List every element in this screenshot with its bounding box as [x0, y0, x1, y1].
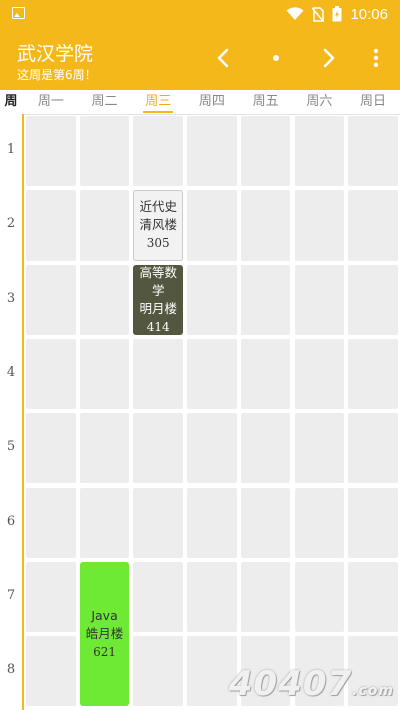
timetable-cell[interactable]: [348, 116, 398, 187]
chevron-left-icon: [217, 48, 229, 68]
next-week-button[interactable]: [315, 44, 343, 72]
watermark-logo: 40407.com: [228, 664, 394, 704]
timetable-cell[interactable]: [26, 413, 76, 484]
timetable-cell[interactable]: [79, 116, 130, 187]
course-name: 高等数学: [139, 264, 177, 298]
more-vert-icon: [373, 48, 379, 68]
timetable-cell[interactable]: [348, 264, 398, 335]
timetable-cell[interactable]: [79, 264, 130, 335]
period-number: 5: [6, 439, 16, 455]
timetable-cell[interactable]: [294, 116, 345, 187]
course-card[interactable]: 近代史清风楼 305: [133, 190, 184, 261]
status-bar: 10:06: [0, 0, 400, 28]
timetable-cell[interactable]: [240, 338, 291, 410]
timetable-cell[interactable]: [348, 561, 398, 633]
period-number: 8: [6, 662, 16, 678]
timetable-cell[interactable]: [133, 338, 184, 410]
period-number: 4: [6, 365, 16, 381]
prev-week-button[interactable]: [209, 44, 237, 72]
timetable-cell[interactable]: [348, 190, 398, 261]
timetable-cell[interactable]: [26, 338, 76, 410]
course-building: 明月楼: [139, 300, 177, 316]
timetable-cell[interactable]: [240, 116, 291, 187]
no-sim-icon: [312, 6, 325, 22]
period-number: 6: [6, 513, 16, 529]
timetable-cell[interactable]: [348, 413, 398, 484]
course-card[interactable]: 高等数学明月楼 414: [133, 264, 184, 335]
timetable-cell[interactable]: [240, 561, 291, 633]
timetable-cell[interactable]: [26, 636, 76, 707]
period-number: 3: [6, 290, 16, 306]
timetable-cell[interactable]: [187, 190, 237, 261]
course-building: 清风楼: [139, 217, 177, 233]
timetable-cell[interactable]: [133, 487, 184, 558]
week-header: 周 周一 周二 周三 周四 周五 周六 周日: [0, 90, 400, 115]
timetable-cell[interactable]: [187, 561, 237, 633]
image-icon: [12, 7, 25, 19]
active-day-indicator: [143, 111, 174, 113]
timetable-cell[interactable]: [26, 116, 76, 187]
timetable-cell[interactable]: [133, 561, 184, 633]
status-icons: 10:06: [286, 4, 388, 24]
timetable-cell[interactable]: [294, 190, 345, 261]
timetable-cell[interactable]: [240, 190, 291, 261]
timetable-cell[interactable]: [187, 413, 237, 484]
wifi-icon: [286, 7, 304, 20]
period-number: 2: [6, 216, 16, 232]
timetable-cell[interactable]: [294, 413, 345, 484]
page-title: 武汉学院: [17, 43, 94, 65]
current-week-button[interactable]: [262, 44, 290, 72]
week-day-2[interactable]: 周二: [78, 90, 132, 114]
timetable-cell[interactable]: [79, 338, 130, 410]
timetable-cell[interactable]: [240, 487, 291, 558]
timetable-cell[interactable]: [240, 413, 291, 484]
timetable-cell[interactable]: [348, 487, 398, 558]
status-time: 10:06: [350, 5, 388, 23]
timetable-cell[interactable]: [79, 190, 130, 261]
period-number: 7: [6, 587, 16, 603]
timetable-cell[interactable]: [187, 264, 237, 335]
course-building: 皓月楼: [85, 626, 124, 642]
week-day-7[interactable]: 周日: [346, 90, 400, 114]
course-room-number: 305: [146, 236, 170, 251]
course-room-number: 414: [146, 319, 170, 334]
timetable-cell[interactable]: [26, 561, 76, 633]
timetable-cell[interactable]: [294, 487, 345, 558]
timetable-cell[interactable]: [348, 338, 398, 410]
week-day-1[interactable]: 周一: [24, 90, 78, 114]
period-number: 1: [6, 142, 16, 158]
timetable-cell[interactable]: [187, 487, 237, 558]
current-week-label: 这周是第6周！: [17, 68, 97, 82]
dot-icon: [273, 55, 279, 61]
timetable-cell[interactable]: [294, 561, 345, 633]
timetable-cell[interactable]: [26, 487, 76, 558]
timetable-cell[interactable]: [240, 264, 291, 335]
week-day-4[interactable]: 周四: [185, 90, 239, 114]
timetable-cell[interactable]: [133, 413, 184, 484]
timetable-cell[interactable]: [26, 264, 76, 335]
week-corner-label: 周: [4, 94, 18, 109]
timetable-cell[interactable]: [26, 190, 76, 261]
course-name: Java: [91, 608, 118, 624]
course-name: 近代史: [139, 199, 177, 215]
timetable-cell[interactable]: [79, 487, 130, 558]
timetable-cell[interactable]: [133, 636, 184, 707]
week-day-5[interactable]: 周五: [239, 90, 293, 114]
app-bar: 武汉学院 这周是第6周！: [0, 28, 400, 90]
timetable-cell[interactable]: [79, 413, 130, 484]
week-day-6[interactable]: 周六: [293, 90, 347, 114]
chevron-right-icon: [323, 48, 335, 68]
timetable-cell[interactable]: [294, 338, 345, 410]
overflow-menu-button[interactable]: [364, 44, 388, 72]
timetable-cell[interactable]: [133, 116, 184, 187]
period-column: 1 2 3 4 5 6 7 8: [0, 114, 24, 710]
course-card[interactable]: Java 皓月楼 621: [79, 561, 130, 707]
battery-charging-icon: [332, 6, 342, 22]
timetable-cell[interactable]: [187, 116, 237, 187]
timetable-cell[interactable]: [187, 338, 237, 410]
course-room-number: 621: [93, 645, 116, 660]
timetable-cell[interactable]: [294, 264, 345, 335]
